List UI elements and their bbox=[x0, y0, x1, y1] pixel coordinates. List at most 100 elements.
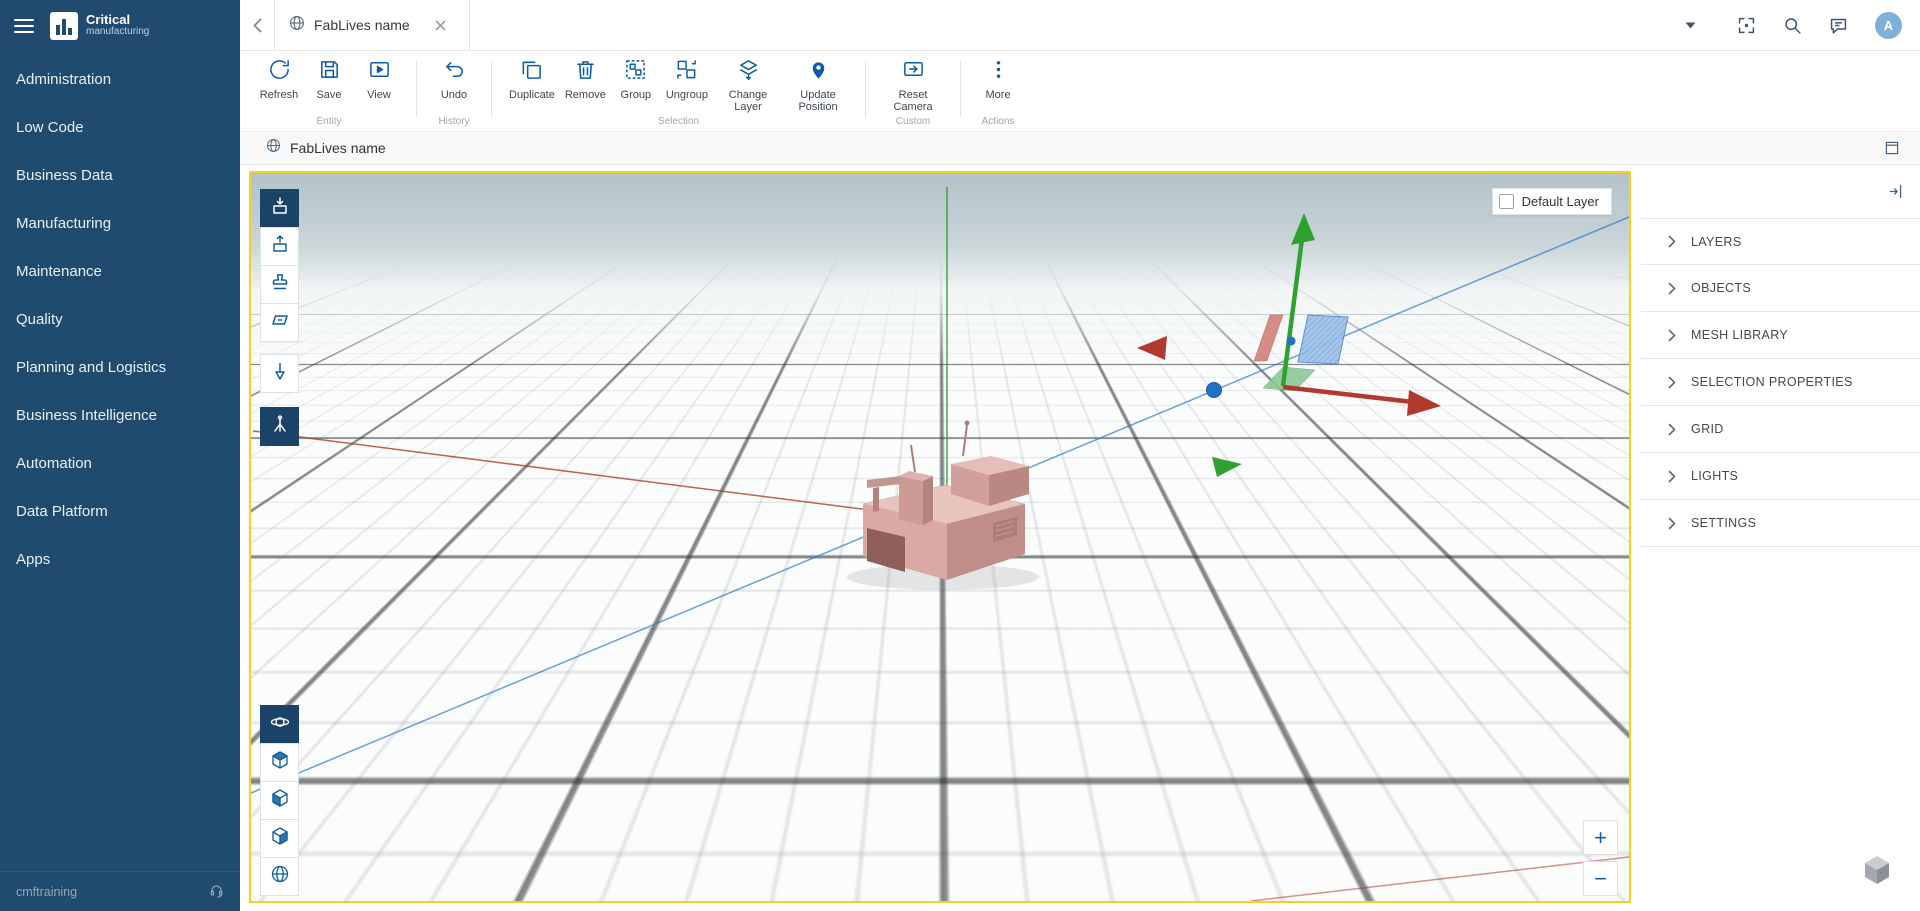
undo-button[interactable]: Undo bbox=[429, 55, 479, 101]
reset-camera-icon bbox=[902, 58, 925, 86]
view-icon bbox=[368, 58, 391, 86]
panel-section-grid[interactable]: GRID bbox=[1641, 406, 1920, 453]
ungroup-button[interactable]: Ungroup bbox=[661, 55, 713, 101]
document-tab[interactable]: FabLives name bbox=[274, 0, 470, 50]
tab-scroll-back-icon[interactable] bbox=[240, 0, 274, 50]
close-tab-icon[interactable] bbox=[435, 20, 446, 31]
transform-gizmo[interactable] bbox=[1137, 213, 1441, 477]
more-button[interactable]: More bbox=[973, 55, 1023, 101]
chevron-right-icon bbox=[1668, 470, 1676, 483]
change-layer-icon bbox=[737, 58, 760, 86]
change-layer-label: Change Layer bbox=[718, 89, 778, 113]
sidebar-item-quality[interactable]: Quality bbox=[0, 295, 240, 343]
chevron-right-icon bbox=[1668, 517, 1676, 530]
panel-section-selection-properties[interactable]: SELECTION PROPERTIES bbox=[1641, 359, 1920, 406]
copy-object-icon bbox=[270, 234, 290, 259]
collapse-right-panel-icon[interactable] bbox=[1887, 183, 1904, 200]
document-tab-bar: FabLives name A bbox=[240, 0, 1920, 51]
chevron-right-icon bbox=[1668, 282, 1676, 295]
reset-camera-label: Reset Camera bbox=[883, 89, 943, 113]
panel-section-settings[interactable]: SETTINGS bbox=[1641, 500, 1920, 547]
ribbon-separator bbox=[960, 61, 961, 117]
panel-section-mesh-library[interactable]: MESH LIBRARY bbox=[1641, 312, 1920, 359]
change-layer-button[interactable]: Change Layer bbox=[713, 55, 783, 113]
gizmo-arrow-x-red[interactable] bbox=[1283, 387, 1413, 402]
chat-icon[interactable] bbox=[1829, 16, 1848, 35]
sidebar-item-administration[interactable]: Administration bbox=[0, 55, 240, 103]
view-front-button[interactable] bbox=[260, 781, 299, 820]
save-label: Save bbox=[316, 89, 341, 101]
default-layer-checkbox[interactable] bbox=[1499, 194, 1514, 209]
sidebar-item-maintenance[interactable]: Maintenance bbox=[0, 247, 240, 295]
plane-select-tool-button[interactable] bbox=[260, 303, 299, 342]
orbit-view-button[interactable] bbox=[260, 705, 299, 744]
headset-icon[interactable] bbox=[209, 883, 224, 901]
panel-section-label: LAYERS bbox=[1691, 235, 1742, 249]
orbit-icon bbox=[270, 712, 290, 737]
axis-x-red bbox=[253, 431, 947, 520]
gizmo-plane-yz-blue[interactable] bbox=[1298, 315, 1348, 364]
plumb-measure-tool-button[interactable] bbox=[260, 354, 299, 393]
gizmo-cone-z-green[interactable] bbox=[1212, 457, 1242, 477]
zoom-in-button[interactable]: + bbox=[1583, 820, 1618, 855]
gizmo-plane-xy-red[interactable] bbox=[1254, 315, 1283, 361]
default-layer-label: Default Layer bbox=[1522, 194, 1599, 209]
view-cube-icon[interactable] bbox=[1862, 854, 1892, 891]
search-icon[interactable] bbox=[1783, 16, 1802, 35]
breadcrumb: FabLives name bbox=[240, 132, 1920, 165]
avatar[interactable]: A bbox=[1875, 12, 1902, 39]
copy-object-tool-button[interactable] bbox=[260, 227, 299, 266]
panel-section-lights[interactable]: LIGHTS bbox=[1641, 453, 1920, 500]
group-button[interactable]: Group bbox=[611, 55, 661, 101]
sidebar-item-manufacturing[interactable]: Manufacturing bbox=[0, 199, 240, 247]
refresh-button[interactable]: Refresh bbox=[254, 55, 304, 101]
update-position-icon bbox=[807, 58, 830, 86]
gizmo-cone-x-red[interactable] bbox=[1137, 336, 1167, 360]
duplicate-button[interactable]: Duplicate bbox=[504, 55, 560, 101]
sidebar-item-business-data[interactable]: Business Data bbox=[0, 151, 240, 199]
main-area: FabLives name A bbox=[240, 0, 1920, 911]
panel-section-layers[interactable]: LAYERS bbox=[1641, 218, 1920, 265]
fullscreen-icon[interactable] bbox=[1737, 16, 1756, 35]
remove-label: Remove bbox=[565, 89, 606, 101]
view-side-button[interactable] bbox=[260, 819, 299, 858]
sidebar-item-low-code[interactable]: Low Code bbox=[0, 103, 240, 151]
zoom-controls: + − bbox=[1583, 820, 1618, 896]
gizmo-origin-handle[interactable] bbox=[1207, 383, 1222, 398]
maximize-window-icon[interactable] bbox=[1884, 140, 1900, 156]
sidebar-item-automation[interactable]: Automation bbox=[0, 439, 240, 487]
perspective-view-button[interactable] bbox=[260, 857, 299, 896]
ribbon-group-label-custom: Custom bbox=[878, 114, 948, 131]
view-button[interactable]: View bbox=[354, 55, 404, 101]
hamburger-menu-icon[interactable] bbox=[14, 19, 34, 33]
stamp-tool-button[interactable] bbox=[260, 265, 299, 304]
chevron-down-icon[interactable] bbox=[1685, 22, 1696, 29]
sidebar-footer: cmftraining bbox=[0, 871, 240, 911]
undo-label: Undo bbox=[441, 89, 467, 101]
panel-section-objects[interactable]: OBJECTS bbox=[1641, 265, 1920, 312]
chevron-right-icon bbox=[1668, 376, 1676, 389]
sidebar-item-planning-and-logistics[interactable]: Planning and Logistics bbox=[0, 343, 240, 391]
gizmo-arrow-y-green[interactable] bbox=[1283, 239, 1302, 386]
update-position-button[interactable]: Update Position bbox=[783, 55, 853, 113]
default-layer-chip[interactable]: Default Layer bbox=[1492, 188, 1612, 215]
machine-3d-model[interactable] bbox=[847, 421, 1039, 591]
zoom-out-button[interactable]: − bbox=[1583, 861, 1618, 896]
sidebar-item-business-intelligence[interactable]: Business Intelligence bbox=[0, 391, 240, 439]
plumb-bob-icon bbox=[270, 361, 290, 386]
stamp-icon bbox=[270, 272, 290, 297]
ungroup-label: Ungroup bbox=[666, 89, 708, 101]
reset-camera-button[interactable]: Reset Camera bbox=[878, 55, 948, 113]
right-panel: LAYERS OBJECTS MESH LIBRARY SELECTION PR… bbox=[1641, 165, 1920, 911]
view-top-button[interactable] bbox=[260, 743, 299, 782]
place-object-tool-button[interactable] bbox=[260, 189, 299, 228]
sidebar-item-apps[interactable]: Apps bbox=[0, 535, 240, 583]
probe-tool-button[interactable] bbox=[260, 407, 299, 446]
sidebar-item-data-platform[interactable]: Data Platform bbox=[0, 487, 240, 535]
3d-viewport[interactable]: Default Layer bbox=[249, 171, 1631, 903]
save-icon bbox=[318, 58, 341, 86]
save-button[interactable]: Save bbox=[304, 55, 354, 101]
remove-button[interactable]: Remove bbox=[560, 55, 611, 101]
place-object-icon bbox=[270, 196, 290, 221]
ribbon-toolbar: Refresh Save View Entity bbox=[240, 51, 1920, 132]
